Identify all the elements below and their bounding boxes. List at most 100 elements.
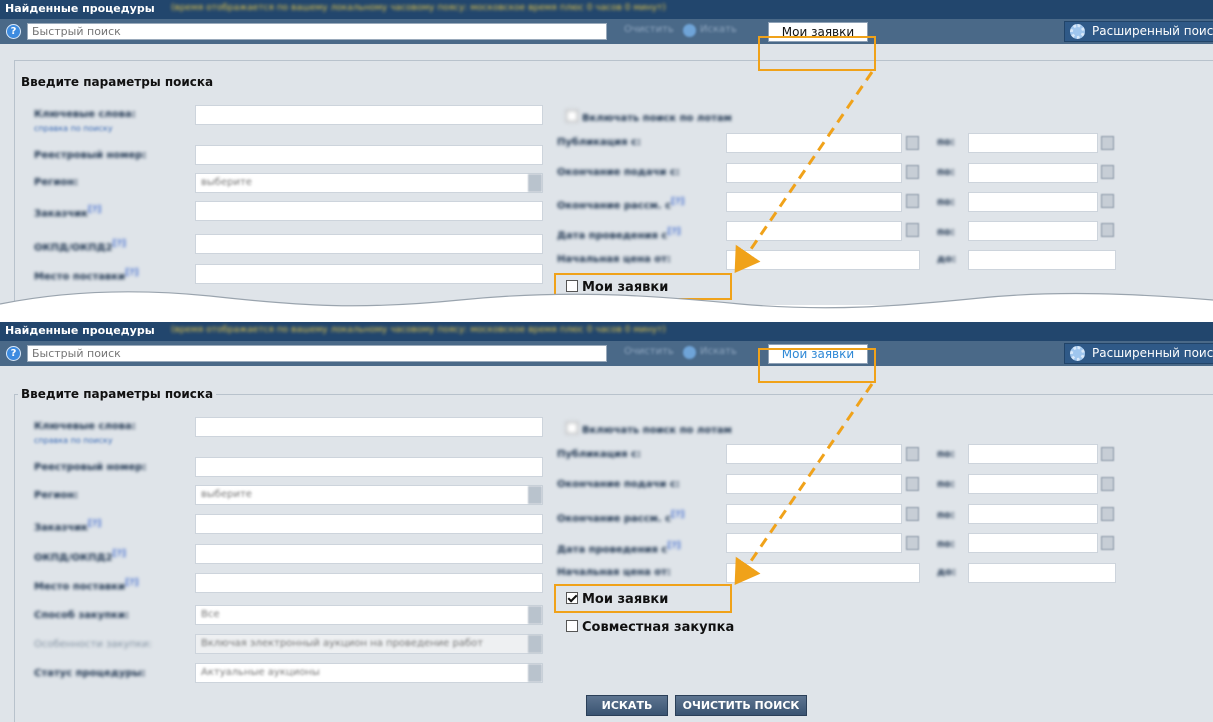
registry-number-input[interactable] — [195, 145, 543, 165]
procedure-status-select[interactable]: Актуальные аукционы — [195, 663, 543, 683]
customer-input[interactable] — [195, 201, 543, 221]
okpd-label: ОКПД/ОКПД2[?] — [34, 549, 126, 564]
quick-search-input[interactable] — [27, 345, 607, 362]
joint-purchase-checkbox[interactable] — [566, 620, 578, 632]
region-select-button[interactable] — [528, 174, 542, 192]
calendar-icon[interactable] — [1101, 223, 1114, 237]
search-icon[interactable] — [683, 346, 696, 359]
submission-end-to-label: по: — [937, 479, 955, 490]
start-price-label: Начальная цена от: — [557, 567, 671, 578]
advanced-search-button[interactable]: Расширенный поиск — [1064, 343, 1213, 364]
submission-end-to-input[interactable] — [968, 163, 1098, 183]
registry-number-label: Реестровый номер: — [34, 462, 147, 473]
keywords-input[interactable] — [195, 417, 543, 437]
delivery-place-label: Место поставки[?] — [34, 578, 139, 593]
registry-number-label: Реестровый номер: — [34, 150, 147, 161]
delivery-place-input[interactable] — [195, 573, 543, 593]
holding-date-to-input[interactable] — [968, 533, 1098, 553]
start-price-from-input[interactable] — [726, 563, 920, 583]
gear-icon — [1070, 346, 1085, 361]
lot-search-checkbox[interactable] — [566, 422, 578, 434]
publication-to-input[interactable] — [968, 133, 1098, 153]
review-end-to-input[interactable] — [968, 504, 1098, 524]
submission-end-label: Окончание подачи с: — [557, 479, 680, 490]
region-select[interactable]: выберите — [195, 173, 543, 193]
keywords-help-link[interactable]: справка по поиску — [34, 124, 113, 133]
calendar-icon[interactable] — [1101, 165, 1114, 179]
purchase-method-select[interactable]: Все — [195, 605, 543, 625]
okpd-input[interactable] — [195, 544, 543, 564]
keywords-input[interactable] — [195, 105, 543, 125]
review-end-from-input[interactable] — [726, 192, 902, 212]
publication-from-input[interactable] — [726, 133, 902, 153]
lot-search-option[interactable]: Включать поиск по лотам — [566, 110, 732, 124]
start-price-from-input[interactable] — [726, 250, 920, 270]
region-select[interactable]: выберите — [195, 485, 543, 505]
search-bar: ? Очистить Искать Мои заявки Расширенный… — [0, 341, 1213, 366]
calendar-icon[interactable] — [1101, 447, 1114, 461]
calendar-icon[interactable] — [906, 477, 919, 491]
search-params-legend: Введите параметры поиска — [18, 387, 217, 401]
calendar-icon[interactable] — [906, 223, 919, 237]
panel-before: Найденные процедуры (время отображается … — [0, 0, 1213, 305]
region-label: Регион: — [34, 490, 79, 501]
procedure-status-label: Статус процедуры: — [34, 668, 146, 679]
review-end-to-input[interactable] — [968, 192, 1098, 212]
calendar-icon[interactable] — [1101, 507, 1114, 521]
advanced-search-button[interactable]: Расширенный поиск — [1064, 21, 1213, 42]
advanced-search-label: Расширенный поиск — [1092, 24, 1213, 38]
calendar-icon[interactable] — [906, 165, 919, 179]
find-link[interactable]: Искать — [700, 24, 737, 35]
lot-search-option[interactable]: Включать поиск по лотам — [566, 422, 732, 436]
calendar-icon[interactable] — [1101, 477, 1114, 491]
okpd-input[interactable] — [195, 234, 543, 254]
help-icon[interactable]: ? — [6, 346, 21, 361]
calendar-icon[interactable] — [906, 536, 919, 550]
customer-input[interactable] — [195, 514, 543, 534]
publication-from-input[interactable] — [726, 444, 902, 464]
clear-link[interactable]: Очистить — [624, 24, 674, 35]
submission-end-from-input[interactable] — [726, 163, 902, 183]
submission-end-from-input[interactable] — [726, 474, 902, 494]
calendar-icon[interactable] — [906, 136, 919, 150]
quick-search-input[interactable] — [27, 23, 607, 40]
holding-date-from-input[interactable] — [726, 221, 902, 241]
keywords-help-link[interactable]: справка по поиску — [34, 436, 113, 445]
procedure-status-select-button[interactable] — [528, 664, 542, 682]
purchase-method-label: Способ закупки: — [34, 610, 129, 621]
start-price-to-input[interactable] — [968, 250, 1116, 270]
publication-to-input[interactable] — [968, 444, 1098, 464]
calendar-icon[interactable] — [906, 447, 919, 461]
gear-icon — [1070, 24, 1085, 39]
registry-number-input[interactable] — [195, 457, 543, 477]
holding-date-to-label: по: — [937, 227, 955, 238]
review-end-to-label: по: — [937, 510, 955, 521]
calendar-icon[interactable] — [906, 507, 919, 521]
purchase-features-select[interactable]: Включая электронный аукцион на проведени… — [195, 634, 543, 654]
calendar-icon[interactable] — [1101, 536, 1114, 550]
help-icon[interactable]: ? — [6, 24, 21, 39]
lot-search-checkbox[interactable] — [566, 110, 578, 122]
calendar-icon[interactable] — [906, 194, 919, 208]
holding-date-from-input[interactable] — [726, 533, 902, 553]
search-params-legend: Введите параметры поиска — [18, 75, 217, 89]
joint-purchase-option[interactable]: Совместная закупка — [566, 620, 734, 635]
holding-date-to-input[interactable] — [968, 221, 1098, 241]
calendar-icon[interactable] — [1101, 136, 1114, 150]
review-end-from-input[interactable] — [726, 504, 902, 524]
purchase-features-select-button[interactable] — [528, 635, 542, 653]
submission-end-to-label: по: — [937, 167, 955, 178]
submission-end-to-input[interactable] — [968, 474, 1098, 494]
find-link[interactable]: Искать — [700, 346, 737, 357]
joint-purchase-checkbox-label: Совместная закупка — [582, 620, 735, 635]
start-price-to-input[interactable] — [968, 563, 1116, 583]
calendar-icon[interactable] — [1101, 194, 1114, 208]
submission-end-label: Окончание подачи с: — [557, 167, 680, 178]
search-button[interactable]: ИСКАТЬ — [586, 695, 668, 716]
publication-label: Публикация с: — [557, 137, 641, 148]
clear-search-button[interactable]: ОЧИСТИТЬ ПОИСК — [675, 695, 807, 716]
purchase-method-select-button[interactable] — [528, 606, 542, 624]
search-icon[interactable] — [683, 24, 696, 37]
clear-link[interactable]: Очистить — [624, 346, 674, 357]
region-select-button[interactable] — [528, 486, 542, 504]
